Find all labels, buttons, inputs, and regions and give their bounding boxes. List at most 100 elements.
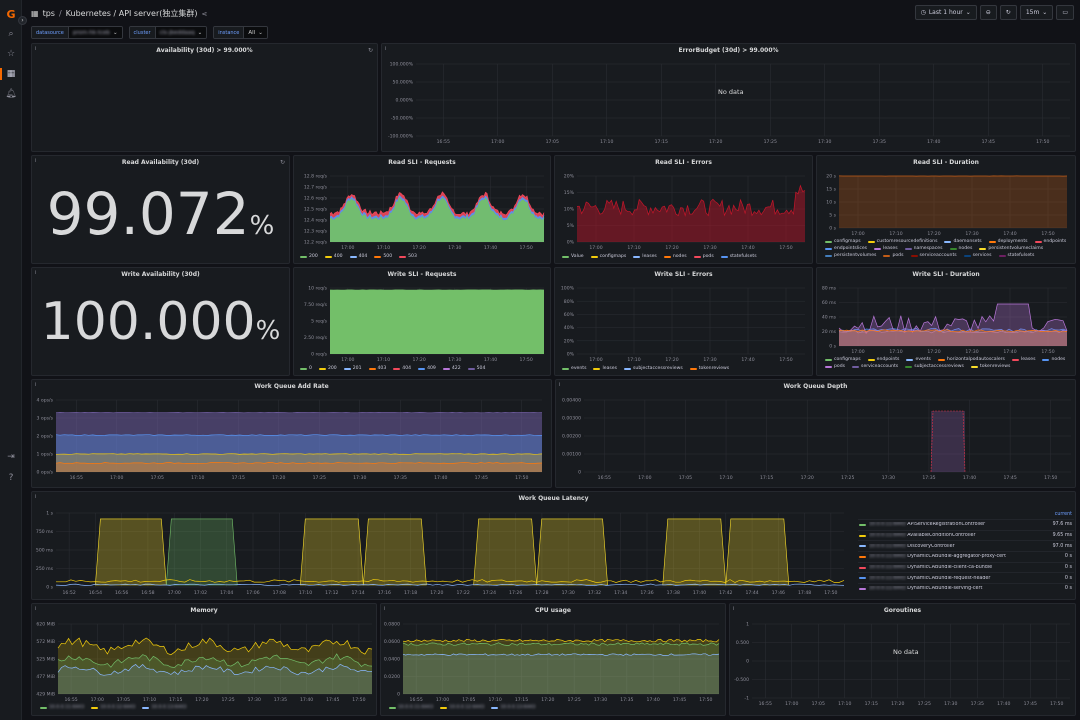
legend-item[interactable]: 200 xyxy=(318,366,337,371)
tv-mode-button[interactable]: ▭ xyxy=(1056,5,1074,20)
star-icon[interactable]: ☆ xyxy=(5,48,17,60)
legend-row[interactable]: 10.0.0.11:6443 AvailableConditionControl… xyxy=(858,529,1074,541)
legend-item[interactable]: leases xyxy=(874,246,898,251)
zoom-out-button[interactable]: ⊖ xyxy=(979,5,997,20)
legend-item[interactable]: leases xyxy=(593,366,617,371)
variable-value[interactable]: cls-jbeddaaq ⌄ xyxy=(155,27,207,38)
legend-item[interactable]: 0 xyxy=(300,366,312,371)
variable-value[interactable]: prom-hk-tceb ⌄ xyxy=(68,27,122,38)
legend-row[interactable]: 10.0.0.11:6443 DynamicCABundle-client-ca… xyxy=(858,561,1074,573)
breadcrumb-folder[interactable]: tps xyxy=(43,9,55,18)
legend-item[interactable]: deployments xyxy=(988,239,1028,244)
help-icon[interactable]: ? xyxy=(5,472,17,484)
legend-item[interactable]: nodes xyxy=(663,254,687,259)
legend-item[interactable]: endpointslices xyxy=(825,246,867,251)
legend-item[interactable]: events xyxy=(906,357,931,362)
legend-item[interactable]: endpoints xyxy=(867,357,899,362)
panel-cpu-usage[interactable]: i CPU usage 0.0800 0.0600 0.0400 0.0200 0 16:… xyxy=(380,603,726,716)
refresh-icon[interactable]: ↻ xyxy=(368,47,373,54)
legend-item[interactable]: pods xyxy=(825,364,845,369)
legend-item[interactable]: pods xyxy=(883,253,904,258)
legend-item[interactable]: 404 xyxy=(393,366,411,371)
legend-item[interactable]: nodes xyxy=(949,246,972,251)
legend-item[interactable]: nodes xyxy=(1042,357,1065,362)
legend-item[interactable]: 10.0.0.11:6443 xyxy=(389,705,433,710)
variable-value[interactable]: All ⌄ xyxy=(244,27,267,38)
legend-item[interactable]: 10.0.0.12:6443 xyxy=(91,705,135,710)
legend-item[interactable]: 10.0.0.13:6443 xyxy=(491,705,535,710)
legend-item[interactable]: 503 xyxy=(399,254,417,259)
panel-work-queue-add-rate[interactable]: i Work Queue Add Rate 4 ops/s 3 ops/s 2 op… xyxy=(31,379,552,488)
legend-row[interactable]: 10.0.0.11:6443 DynamicCABundle-serving-c… xyxy=(858,583,1074,594)
legend-item[interactable]: persistentvolumeclaims xyxy=(979,246,1043,251)
refresh-interval-picker[interactable]: 15m ⌄ xyxy=(1019,5,1054,20)
panel-read-sli-requests[interactable]: Read SLI - Requests 12.8 req/s 12.7 req/s… xyxy=(293,155,551,264)
variable-datasource[interactable]: datasource prom-hk-tceb ⌄ xyxy=(31,26,123,39)
legend-item[interactable]: serviceaccounts xyxy=(852,364,898,369)
legend-item[interactable]: 404 xyxy=(349,254,367,259)
legend-item[interactable]: 200 xyxy=(300,254,318,259)
legend-item[interactable]: leases xyxy=(1011,357,1035,362)
legend-item[interactable]: configmaps xyxy=(590,254,626,259)
dashboard-title[interactable]: Kubernetes / API server(独立集群) xyxy=(66,8,198,19)
legend-item[interactable]: serviceaccounts xyxy=(910,253,957,258)
legend-item[interactable]: 201 xyxy=(343,366,362,371)
legend-item[interactable]: statefulsets xyxy=(998,253,1034,258)
panel-read-availability[interactable]: i Read Availability (30d) ↻ 99.072% xyxy=(31,155,290,264)
panel-goroutines[interactable]: i Goroutines No data 1 0.500 0 -0.500 -1 16:5… xyxy=(729,603,1076,716)
legend-item[interactable]: services xyxy=(963,253,992,258)
legend-row[interactable]: 10.0.0.11:6443 DiscoveryController 97.0 … xyxy=(858,540,1074,551)
legend-item[interactable]: pods xyxy=(693,254,714,259)
variable-cluster[interactable]: cluster cls-jbeddaaq ⌄ xyxy=(128,26,208,39)
legend-item[interactable]: leases xyxy=(633,254,657,259)
legend-row[interactable]: 10.0.0.11:6443 APIServiceRegistrationCon… xyxy=(858,519,1074,530)
legend-item[interactable]: horizontalpodautoscalers xyxy=(937,357,1005,362)
panel-error-budget[interactable]: i ErrorBudget (30d) > 99.000% No data 10… xyxy=(381,43,1076,152)
legend-item[interactable]: namespaces xyxy=(904,246,943,251)
legend-item[interactable]: 504 xyxy=(467,366,485,371)
legend-item[interactable]: endpoints xyxy=(1034,239,1066,244)
panel-work-queue-depth[interactable]: i Work Queue Depth 0.00400 0.00300 0.00200… xyxy=(555,379,1076,488)
legend-item[interactable]: daemonsets xyxy=(944,239,982,244)
legend-item[interactable]: 10.0.0.11:6443 xyxy=(40,705,84,710)
panel-availability[interactable]: i Availability (30d) > 99.000% ↻ xyxy=(31,43,378,152)
panel-read-sli-duration[interactable]: Read SLI - Duration 20 s 15 s 10 s5 s0 s 17… xyxy=(816,155,1076,264)
legend-item[interactable]: persistentvolumes xyxy=(825,253,876,258)
legend-item[interactable]: subjectaccessreviews xyxy=(905,364,964,369)
legend-item[interactable]: tokenreviews xyxy=(689,366,729,371)
legend-item[interactable]: 422 xyxy=(442,366,461,371)
legend-item[interactable]: 409 xyxy=(418,366,436,371)
legend-item[interactable]: 403 xyxy=(368,366,386,371)
panel-write-availability[interactable]: i Write Availability (30d) 100.000% xyxy=(31,267,290,376)
panel-memory[interactable]: i Memory 620 MiB 572 MiB 525 MiB 477 MiB 429… xyxy=(31,603,377,716)
legend-item[interactable]: subjectaccessreviews xyxy=(624,366,683,371)
panel-write-sli-requests[interactable]: Write SLI - Requests 10 req/s 7.50 req/s 5… xyxy=(293,267,551,376)
panel-write-sli-duration[interactable]: Write SLI - Duration 80 ms 60 ms 40 ms 20 m… xyxy=(816,267,1076,376)
legend-item[interactable]: events xyxy=(562,366,586,371)
legend-item[interactable]: 500 xyxy=(374,254,392,259)
legend-column-header[interactable]: current xyxy=(858,512,1074,517)
sign-in-icon[interactable]: ⇥ xyxy=(5,451,17,463)
refresh-icon[interactable]: ↻ xyxy=(280,159,285,166)
time-picker-button[interactable]: ◷ Last 1 hour ⌄ xyxy=(914,5,977,20)
legend-item[interactable]: tokenreviews xyxy=(970,364,1010,369)
panel-read-sli-errors[interactable]: Read SLI - Errors 20% 15% 10% 5% 0% 17:00 17:1… xyxy=(554,155,813,264)
refresh-button[interactable]: ↻ xyxy=(999,5,1017,20)
legend-item[interactable]: configmaps xyxy=(825,357,861,362)
alert-bell-icon[interactable]: 🔔︎ xyxy=(5,88,17,100)
search-icon[interactable]: ⌕ xyxy=(5,28,17,40)
share-icon[interactable]: ⋖ xyxy=(202,10,208,18)
legend-item[interactable]: 400 xyxy=(324,254,343,259)
legend-item[interactable]: statefulsets xyxy=(720,254,757,259)
legend-row[interactable]: 10.0.0.11:6443 DynamicCABundle-aggregato… xyxy=(858,551,1074,562)
legend-item[interactable]: configmaps xyxy=(825,239,861,244)
legend-item[interactable]: Value xyxy=(562,254,584,259)
legend-item[interactable]: customresourcedefinitions xyxy=(867,239,937,244)
legend-row[interactable]: 10.0.0.11:6443 DynamicCABundle-request-h… xyxy=(858,572,1074,583)
panel-write-sli-errors[interactable]: Write SLI - Errors 100% 80% 60% 40% 20% 0% 17:… xyxy=(554,267,813,376)
variable-instance[interactable]: instance All ⌄ xyxy=(213,26,268,39)
dashboards-icon[interactable]: ▦ xyxy=(0,68,17,80)
legend-item[interactable]: 10.0.0.12:6443 xyxy=(440,705,484,710)
legend-item[interactable]: 10.0.0.13:6443 xyxy=(142,705,186,710)
grafana-logo-icon[interactable]: G xyxy=(5,8,17,21)
